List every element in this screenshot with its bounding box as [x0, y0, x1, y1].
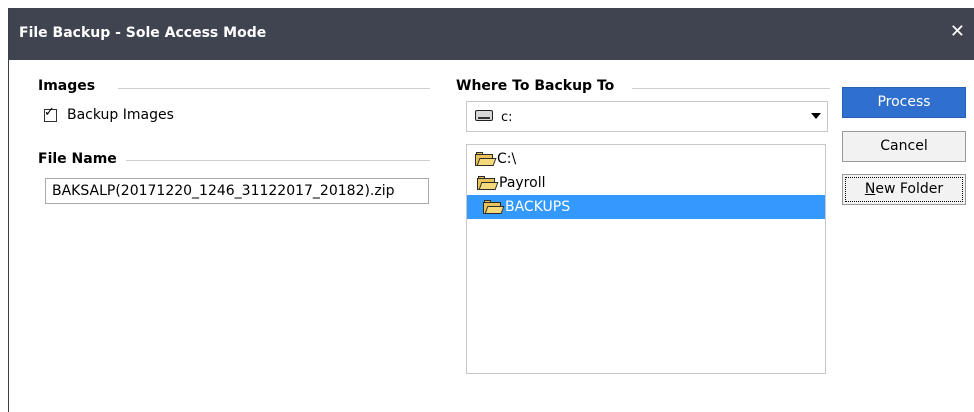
new-folder-mnemonic: N: [864, 181, 876, 197]
backup-to-group-title: Where To Backup To: [456, 78, 615, 94]
open-folder-icon: [475, 152, 497, 166]
chevron-down-icon[interactable]: [811, 113, 821, 119]
file-name-group-divider: [126, 160, 430, 161]
folder-label: C:\: [497, 151, 517, 167]
folder-tree[interactable]: C:\ Payroll BACKUPS: [466, 144, 826, 374]
dialog-title: File Backup - Sole Access Mode: [19, 25, 267, 41]
open-folder-icon: [483, 200, 505, 214]
new-folder-button[interactable]: New Folder: [842, 174, 966, 205]
folder-item-root[interactable]: C:\: [475, 147, 516, 171]
backup-images-checkbox-row[interactable]: Backup Images: [44, 105, 174, 124]
folder-label: BACKUPS: [505, 199, 571, 215]
folder-item-payroll[interactable]: Payroll: [477, 171, 545, 195]
cancel-button[interactable]: Cancel: [842, 131, 966, 162]
new-folder-label: ew Folder: [875, 181, 944, 197]
images-group-title: Images: [38, 78, 96, 94]
folder-label: Payroll: [499, 175, 546, 191]
images-group-divider: [118, 88, 430, 89]
open-folder-icon: [477, 176, 499, 190]
drive-icon: [475, 110, 493, 121]
backup-images-checkbox[interactable]: [44, 105, 57, 122]
close-icon[interactable]: ✕: [950, 22, 965, 42]
process-button[interactable]: Process: [842, 87, 966, 118]
file-name-input[interactable]: BAKSALP(20171220_1246_31122017_20182).zi…: [45, 178, 429, 204]
drive-select[interactable]: c:: [466, 101, 828, 132]
title-bar: File Backup - Sole Access Mode ✕: [9, 8, 974, 60]
drive-value: c:: [501, 110, 513, 125]
backup-to-group-divider: [632, 88, 830, 89]
backup-images-label: Backup Images: [67, 107, 174, 123]
file-name-group-title: File Name: [38, 151, 117, 167]
folder-item-backups[interactable]: BACKUPS: [467, 195, 825, 219]
